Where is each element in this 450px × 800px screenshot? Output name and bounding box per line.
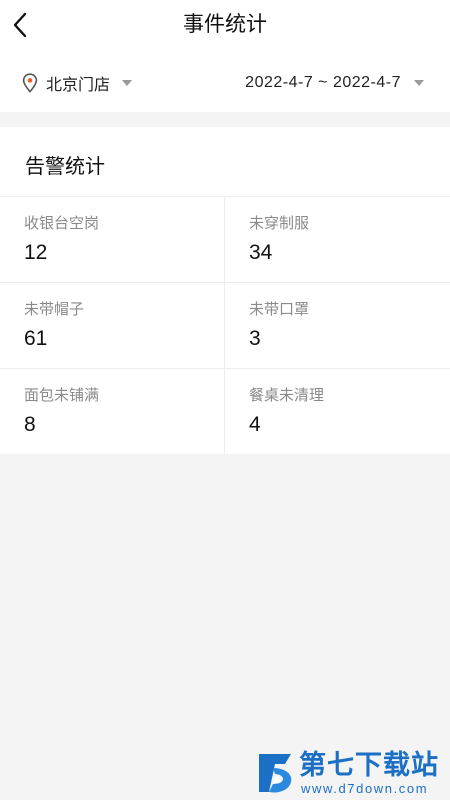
- stat-cell[interactable]: 收银台空岗 12: [0, 197, 225, 283]
- alarm-stats-card: 告警统计 收银台空岗 12 未穿制服 34 未带帽子 61 未带口罩 3 面包未…: [0, 127, 450, 455]
- stat-value: 4: [249, 413, 261, 436]
- header: 事件统计 北京门店 2022-4-7 ~ 2022-4-7: [0, 0, 450, 112]
- watermark-title: 第七下载站: [299, 750, 439, 780]
- caret-down-icon: [414, 80, 424, 86]
- watermark-url: www.d7down.com: [301, 781, 429, 796]
- stat-label: 未带口罩: [249, 301, 310, 318]
- page-title: 事件统计: [183, 13, 267, 36]
- watermark-logo-icon: [259, 754, 292, 793]
- stats-grid: 收银台空岗 12 未穿制服 34 未带帽子 61 未带口罩 3 面包未铺满 8 …: [0, 196, 450, 455]
- store-selector[interactable]: 北京门店: [22, 68, 133, 98]
- stat-value: 8: [24, 413, 36, 436]
- stat-label: 收银台空岗: [24, 215, 100, 232]
- stat-value: 3: [249, 327, 261, 350]
- stat-cell[interactable]: 面包未铺满 8: [0, 369, 225, 455]
- stat-cell[interactable]: 未穿制服 34: [225, 197, 450, 283]
- section-title: 告警统计: [25, 156, 105, 178]
- location-pin-icon: [22, 73, 38, 93]
- stat-label: 未带帽子: [24, 301, 85, 318]
- stat-label: 未穿制服: [249, 215, 310, 232]
- stat-value: 34: [249, 241, 273, 264]
- stat-cell[interactable]: 餐桌未清理 4: [225, 369, 450, 455]
- stat-label: 面包未铺满: [24, 387, 100, 404]
- date-range-selector[interactable]: 2022-4-7 ~ 2022-4-7: [245, 68, 424, 98]
- date-range-label: 2022-4-7 ~ 2022-4-7: [245, 74, 401, 91]
- caret-down-icon: [122, 80, 133, 86]
- stat-cell[interactable]: 未带口罩 3: [225, 283, 450, 369]
- stat-cell[interactable]: 未带帽子 61: [0, 283, 225, 369]
- stat-label: 餐桌未清理: [249, 387, 325, 404]
- filter-bar: 北京门店 2022-4-7 ~ 2022-4-7: [0, 66, 450, 100]
- watermark: 第七下载站 www.d7down.com: [255, 748, 445, 798]
- store-label: 北京门店: [46, 77, 111, 94]
- stat-value: 12: [24, 241, 48, 264]
- stat-value: 61: [24, 327, 48, 350]
